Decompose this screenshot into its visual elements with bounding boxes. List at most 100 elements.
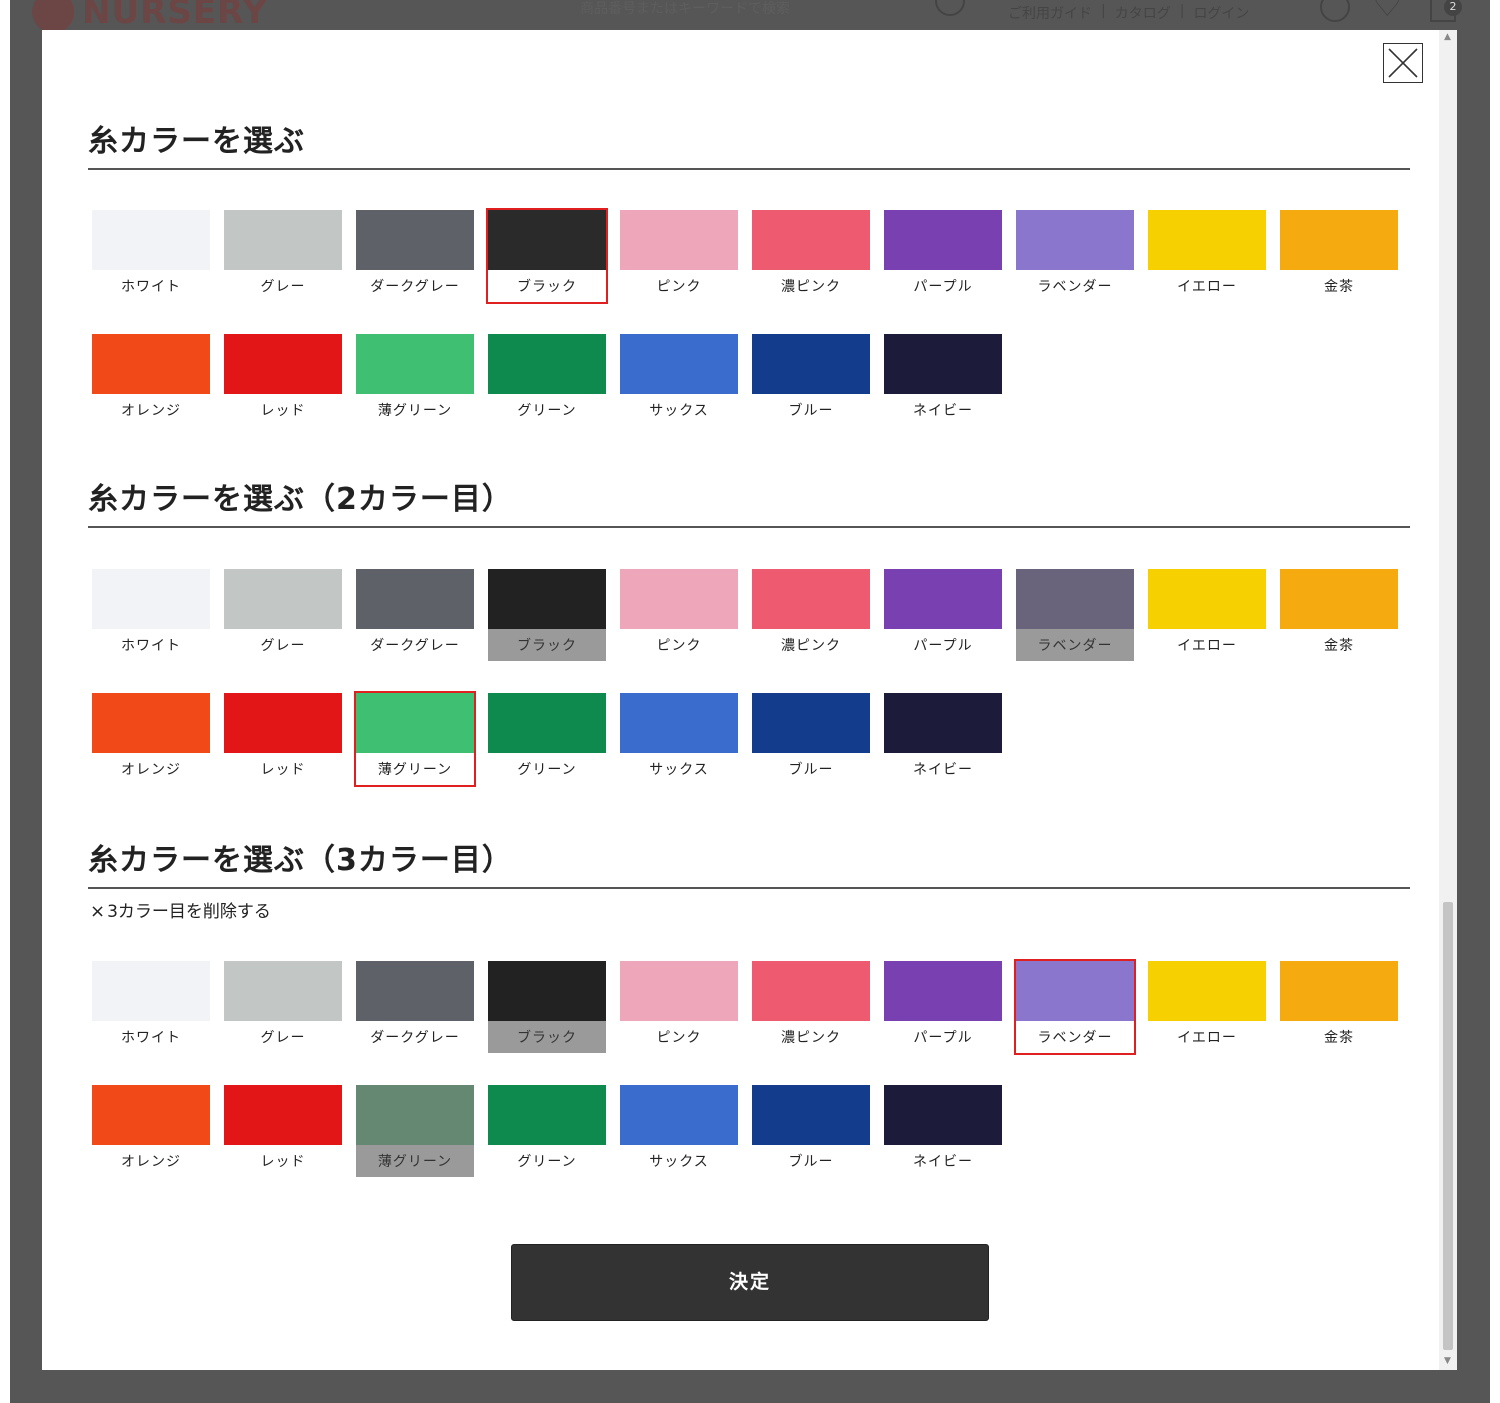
search-icon[interactable] (935, 0, 965, 16)
color-swatch-label: 金茶 (1324, 1030, 1354, 1046)
color-swatch-option[interactable]: グリーン (488, 693, 606, 785)
color-swatch-option[interactable]: ネイビー (884, 1085, 1002, 1177)
color-swatch-option[interactable]: 薄グリーン (354, 691, 476, 787)
color-swatch-option[interactable]: グリーン (488, 1085, 606, 1177)
color-swatch-option[interactable]: サックス (620, 693, 738, 785)
color-swatch-option[interactable]: レッド (224, 1085, 342, 1177)
color-swatch-option[interactable]: オレンジ (92, 334, 210, 426)
close-button[interactable] (1383, 43, 1423, 83)
color-swatch-option[interactable]: ブルー (752, 334, 870, 426)
scrollbar-thumb[interactable] (1443, 902, 1453, 1350)
thread-color-chip (92, 961, 210, 1021)
color-swatch-label: ブルー (788, 762, 834, 778)
color-swatch-option[interactable]: 金茶 (1280, 961, 1398, 1053)
color-swatch-option[interactable]: 薄グリーン (356, 1085, 474, 1177)
color-swatch-option[interactable]: ホワイト (92, 569, 210, 661)
color-swatch-option[interactable]: ダークグレー (356, 961, 474, 1053)
color-swatch-option[interactable]: ブラック (488, 569, 606, 661)
color-swatch-option[interactable]: 金茶 (1280, 210, 1398, 302)
color-swatch-label: イエロー (1177, 279, 1237, 295)
color-swatch-option[interactable]: 濃ピンク (752, 569, 870, 661)
color-swatch-option[interactable]: ピンク (620, 210, 738, 302)
color-swatch-option[interactable]: ブラック (486, 208, 608, 304)
color-swatch-option[interactable]: レッド (224, 334, 342, 426)
thread-color-section-1: 糸カラーを選ぶ ホワイト グレー ダークグレー ブラック ピンク 濃ピンク パープル ラベンダ… (88, 122, 1410, 419)
color-swatch-label: レッド (260, 762, 306, 778)
color-swatch-label: ラベンダー (1037, 1030, 1113, 1046)
color-swatch-label: 薄グリーン (377, 762, 453, 778)
thread-color-section-2: 糸カラーを選ぶ（2カラー目） ホワイト グレー ダークグレー ブラック ピンク 濃ピンク パ… (88, 480, 1410, 787)
color-swatch-label: ラベンダー (1016, 629, 1134, 661)
thread-color-chip (1148, 961, 1266, 1021)
color-swatch-label: ブラック (488, 1021, 606, 1053)
color-swatch-option[interactable]: 濃ピンク (752, 961, 870, 1053)
color-swatch-option[interactable]: ブルー (752, 693, 870, 785)
color-swatch-option[interactable]: ダークグレー (356, 569, 474, 661)
color-swatch-option[interactable]: 薄グリーン (356, 334, 474, 426)
color-swatch-label: オレンジ (121, 762, 181, 778)
remove-third-color-link[interactable]: × 3カラー目を削除する (90, 897, 271, 922)
thread-color-chip (620, 569, 738, 629)
thread-color-chip (884, 334, 1002, 394)
color-swatch-option[interactable]: ネイビー (884, 693, 1002, 785)
thread-color-chip (884, 1085, 1002, 1145)
heart-icon[interactable]: ♡ (1372, 0, 1402, 22)
scroll-down-arrow-icon[interactable]: ▼ (1444, 1356, 1451, 1366)
color-swatch-option[interactable]: ピンク (620, 569, 738, 661)
color-swatch-option[interactable]: パープル (884, 210, 1002, 302)
site-logo[interactable]: NURSERY (32, 0, 268, 33)
color-swatch-label: オレンジ (121, 1154, 181, 1170)
thread-color-chip (356, 569, 474, 629)
thread-color-chip (1016, 210, 1134, 270)
color-swatch-option[interactable]: ラベンダー (1016, 210, 1134, 302)
thread-color-chip (620, 1085, 738, 1145)
nav-catalog-link[interactable]: カタログ (1115, 3, 1171, 23)
color-swatch-label: 金茶 (1324, 638, 1354, 654)
color-swatch-option[interactable]: パープル (884, 961, 1002, 1053)
color-swatch-option[interactable]: グレー (224, 569, 342, 661)
page: NURSERY 商品番号またはキーワードで検索 ご利用ガイド | カタログ | … (0, 0, 1500, 1403)
confirm-button[interactable]: 決定 (511, 1244, 989, 1321)
color-swatch-option[interactable]: ピンク (620, 961, 738, 1053)
color-swatch-option[interactable]: オレンジ (92, 1085, 210, 1177)
search-input-placeholder[interactable]: 商品番号またはキーワードで検索 (580, 0, 790, 18)
color-swatch-option[interactable]: イエロー (1148, 210, 1266, 302)
color-swatch-label: ネイビー (913, 1154, 973, 1170)
color-swatch-option[interactable]: ホワイト (92, 210, 210, 302)
color-swatch-option[interactable]: 金茶 (1280, 569, 1398, 661)
color-swatch-option[interactable]: レッド (224, 693, 342, 785)
color-swatch-option[interactable]: 濃ピンク (752, 210, 870, 302)
color-swatch-option[interactable]: サックス (620, 1085, 738, 1177)
color-swatch-option[interactable]: ブルー (752, 1085, 870, 1177)
color-swatch-option[interactable]: グリーン (488, 334, 606, 426)
color-swatch-option[interactable]: グレー (224, 961, 342, 1053)
nav-login-link[interactable]: ログイン (1193, 3, 1249, 23)
color-swatch-option[interactable]: ホワイト (92, 961, 210, 1053)
section-divider (88, 887, 1410, 889)
color-swatch-option[interactable]: ダークグレー (356, 210, 474, 302)
thread-color-chip (224, 569, 342, 629)
color-swatch-label: グレー (260, 638, 306, 654)
color-swatch-label: ブラック (517, 279, 577, 295)
color-swatch-label: 薄グリーン (356, 1145, 474, 1177)
color-swatch-option[interactable]: ラベンダー (1016, 569, 1134, 661)
color-swatch-option[interactable]: ラベンダー (1014, 959, 1136, 1055)
color-swatch-option[interactable]: パープル (884, 569, 1002, 661)
thread-color-chip (488, 961, 606, 1021)
color-swatch-option[interactable]: ブラック (488, 961, 606, 1053)
color-swatch-option[interactable]: サックス (620, 334, 738, 426)
nav-divider: | (1101, 3, 1106, 19)
thread-color-chip (224, 1085, 342, 1145)
color-swatch-label: ブルー (788, 403, 834, 419)
color-swatch-option[interactable]: グレー (224, 210, 342, 302)
color-swatch-option[interactable]: イエロー (1148, 569, 1266, 661)
nav-guide-link[interactable]: ご利用ガイド (1008, 3, 1092, 23)
scroll-up-arrow-icon[interactable]: ▲ (1444, 32, 1451, 42)
color-swatch-label: サックス (649, 1154, 709, 1170)
color-swatch-label: オレンジ (121, 403, 181, 419)
color-swatch-label: 濃ピンク (781, 1030, 841, 1046)
user-icon[interactable] (1320, 0, 1350, 22)
color-swatch-option[interactable]: ネイビー (884, 334, 1002, 426)
color-swatch-option[interactable]: イエロー (1148, 961, 1266, 1053)
color-swatch-option[interactable]: オレンジ (92, 693, 210, 785)
